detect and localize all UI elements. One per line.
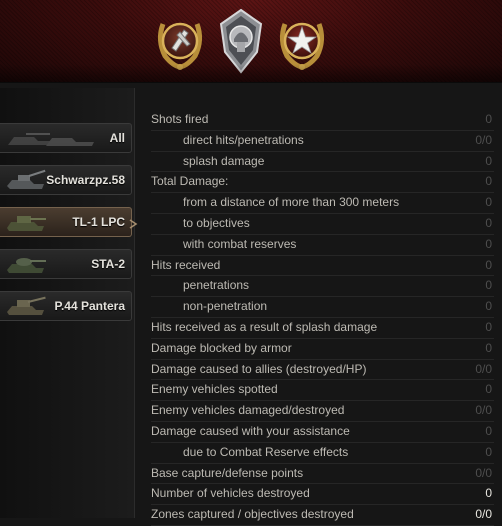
tank-icon (4, 211, 48, 235)
stat-row: Damage caused to allies (destroyed/HP) 0/… (151, 360, 494, 381)
achievements-header (0, 0, 502, 83)
stat-value: 0 (485, 299, 492, 314)
header-shade (0, 64, 502, 82)
stat-value: 0/0 (475, 507, 492, 522)
stat-value: 0 (485, 195, 492, 210)
stat-row: to objectives 0 (151, 214, 494, 235)
stat-label: Number of vehicles destroyed (151, 486, 310, 501)
stat-label: direct hits/penetrations (183, 132, 304, 147)
stat-label: Enemy vehicles damaged/destroyed (151, 403, 345, 418)
stat-row: penetrations 0 (151, 276, 494, 298)
active-tab-chevron-icon (128, 219, 138, 229)
tab-schwarzpz58[interactable]: Schwarzpz.58 (0, 165, 132, 195)
stat-label: Zones captured / objectives destroyed (151, 507, 354, 522)
tab-tl1-lpc[interactable]: TL-1 LPC (0, 207, 132, 237)
stat-row: Zones captured / objectives destroyed 0/0 (151, 505, 494, 526)
stat-label: to objectives (183, 215, 250, 230)
vehicle-sidebar: All Schwarzpz.58 TL-1 LPC STA-2 P.44 Pan… (0, 88, 135, 518)
stat-label: Total Damage: (151, 174, 229, 189)
tab-sta2[interactable]: STA-2 (0, 249, 132, 279)
stat-row: Shots fired 0 (151, 110, 494, 131)
stat-value: 0 (485, 112, 492, 126)
stat-label: Damage caused to allies (destroyed/HP) (151, 361, 367, 376)
tab-label: P.44 Pantera (54, 299, 126, 313)
stat-value: 0 (485, 236, 492, 251)
stat-label: splash damage (183, 153, 265, 168)
stat-value: 0 (485, 215, 492, 230)
stat-value: 0 (485, 423, 492, 438)
stat-row: Enemy vehicles spotted 0 (151, 380, 494, 402)
stat-value: 0/0 (475, 132, 492, 147)
stat-value: 0/0 (475, 465, 492, 480)
stat-value: 0 (485, 486, 492, 501)
battle-stats-table: Shots fired 0 direct hits/penetrations 0/0 s… (151, 110, 494, 526)
stat-value: 0 (485, 153, 492, 168)
stat-value: 0/0 (475, 361, 492, 376)
stat-row: Base capture/defense points 0/0 (151, 464, 494, 485)
stat-label: Shots fired (151, 112, 209, 126)
tab-label: Schwarzpz.58 (46, 173, 125, 187)
stat-value: 0 (485, 382, 492, 397)
stat-row: Damage caused with your assistance 0 (151, 422, 494, 443)
tank-icon (4, 169, 48, 193)
stat-label: due to Combat Reserve effects (183, 444, 349, 459)
stat-label: non-penetration (183, 299, 268, 314)
stat-label: Damage caused with your assistance (151, 423, 350, 438)
stat-row: Hits received 0 (151, 256, 494, 277)
stat-row: Total Damage: 0 (151, 172, 494, 194)
artillery-shell-medal-icon[interactable] (153, 10, 207, 72)
stat-value: 0 (485, 444, 492, 459)
stat-row: Damage blocked by armor 0 (151, 339, 494, 360)
tank-icon (4, 253, 48, 277)
stat-label: Hits received (151, 257, 221, 272)
tab-p44-pantera[interactable]: P.44 Pantera (0, 291, 132, 321)
stat-label: Hits received as a result of splash dama… (151, 319, 378, 334)
stat-label: Enemy vehicles spotted (151, 382, 278, 397)
stat-label: with combat reserves (183, 236, 297, 251)
stat-row: due to Combat Reserve effects 0 (151, 443, 494, 464)
tanks-group-icon (4, 127, 100, 151)
stat-label: from a distance of more than 300 meters (183, 195, 400, 210)
star-laurel-medal-icon[interactable] (275, 10, 329, 72)
stat-row: from a distance of more than 300 meters 0 (151, 193, 494, 214)
stat-value: 0 (485, 278, 492, 293)
tab-label: All (109, 131, 125, 145)
tab-label: TL-1 LPC (72, 215, 125, 229)
stat-value: 0 (485, 174, 492, 189)
stat-row: Enemy vehicles damaged/destroyed 0/0 (151, 401, 494, 422)
tab-label: STA-2 (91, 257, 125, 271)
stat-row: direct hits/penetrations 0/0 (151, 131, 494, 152)
tank-icon (4, 295, 48, 319)
stat-row: splash damage 0 (151, 152, 494, 173)
stat-value: 0 (485, 257, 492, 272)
tab-all[interactable]: All (0, 123, 132, 153)
stat-label: penetrations (183, 278, 250, 293)
stat-label: Damage blocked by armor (151, 340, 292, 355)
stat-value: 0 (485, 340, 492, 355)
stat-row: with combat reserves 0 (151, 235, 494, 256)
stat-row: Hits received as a result of splash dama… (151, 318, 494, 339)
stat-row: Number of vehicles destroyed 0 (151, 484, 494, 506)
stat-row: non-penetration 0 (151, 297, 494, 318)
stat-value: 0 (485, 319, 492, 334)
stat-label: Base capture/defense points (151, 465, 304, 480)
stat-value: 0/0 (475, 403, 492, 418)
